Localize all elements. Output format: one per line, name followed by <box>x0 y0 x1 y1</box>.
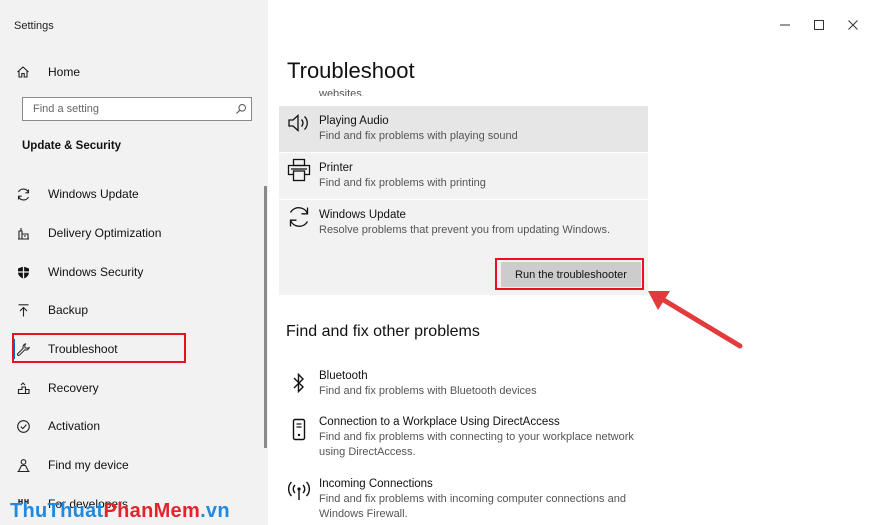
search-input[interactable] <box>31 102 231 116</box>
search-box[interactable] <box>22 97 252 121</box>
speaker-icon <box>279 106 319 152</box>
watermark-part2: PhanMem <box>103 500 201 522</box>
item-description: Find and fix problems with Bluetooth dev… <box>319 385 537 397</box>
sidebar-item-windows-update[interactable]: Windows Update <box>0 180 268 208</box>
watermark-part1: ThuThuat <box>10 500 104 522</box>
item-description: Find and fix problems with connecting to… <box>319 431 634 458</box>
troubleshooter-playing-audio[interactable]: Playing Audio Find and fix problems with… <box>279 106 648 152</box>
person-icon <box>16 458 42 473</box>
delivery-icon <box>16 226 42 241</box>
item-title: Incoming Connections <box>319 478 433 490</box>
sidebar-item-find-my-device[interactable]: Find my device <box>0 451 268 479</box>
item-title: Bluetooth <box>319 370 368 382</box>
activation-icon <box>16 419 42 434</box>
sidebar-item-backup[interactable]: Backup <box>0 296 268 324</box>
minimize-button[interactable] <box>768 10 802 40</box>
sidebar-scrollbar[interactable] <box>264 186 267 448</box>
close-button[interactable] <box>836 10 870 40</box>
watermark: ThuThuatPhanMem.vn <box>10 500 230 523</box>
troubleshoot-highlight-box <box>12 333 186 363</box>
troubleshooter-printer[interactable]: Printer Find and fix problems with print… <box>279 153 648 199</box>
bluetooth-icon <box>279 368 319 399</box>
sidebar-item-label: Windows Update <box>48 187 139 201</box>
sidebar-home[interactable]: Home <box>0 58 268 86</box>
troubleshooter-bluetooth[interactable]: Bluetooth Find and fix problems with Blu… <box>279 368 659 399</box>
page-title: Troubleshoot <box>287 58 415 83</box>
section-title: Update & Security <box>22 140 122 152</box>
window-title: Settings <box>14 20 54 32</box>
device-icon <box>279 414 319 460</box>
sidebar-home-label: Home <box>48 65 81 79</box>
troubleshooter-directaccess[interactable]: Connection to a Workplace Using DirectAc… <box>279 414 659 460</box>
search-icon[interactable] <box>235 103 247 115</box>
card-description: Find and fix problems with playing sound <box>319 130 518 142</box>
recovery-icon <box>16 381 42 396</box>
card-title: Windows Update <box>319 209 406 221</box>
item-description: Find and fix problems with incoming comp… <box>319 493 626 520</box>
sidebar-item-label: Activation <box>48 419 101 433</box>
card-title: Printer <box>319 162 353 174</box>
card-description: Find and fix problems with printing <box>319 177 486 189</box>
backup-icon <box>16 303 42 318</box>
home-icon <box>16 65 42 79</box>
sidebar-item-activation[interactable]: Activation <box>0 412 268 440</box>
shield-icon <box>16 265 42 280</box>
sidebar-item-windows-security[interactable]: Windows Security <box>0 258 268 286</box>
printer-icon <box>279 153 319 199</box>
sidebar-item-label: Backup <box>48 303 89 317</box>
sync-icon <box>16 187 42 202</box>
antenna-icon <box>279 476 319 522</box>
section-heading-other-problems: Find and fix other problems <box>286 323 480 340</box>
sidebar-item-label: Recovery <box>48 381 99 395</box>
card-title: Playing Audio <box>319 115 389 127</box>
sidebar-item-label: Find my device <box>48 458 129 472</box>
annotation-arrow <box>648 291 743 349</box>
sidebar-item-delivery-optimization[interactable]: Delivery Optimization <box>0 219 268 247</box>
sidebar-item-label: Windows Security <box>48 265 144 279</box>
window-controls <box>768 10 870 40</box>
watermark-part3: .vn <box>200 500 230 522</box>
sync-icon <box>279 200 319 236</box>
sidebar-item-recovery[interactable]: Recovery <box>0 374 268 402</box>
previous-item-description: websites. <box>319 88 365 96</box>
sidebar-item-label: Delivery Optimization <box>48 226 162 240</box>
troubleshooter-incoming-connections[interactable]: Incoming Connections Find and fix proble… <box>279 476 659 522</box>
sidebar: Settings Home Update & Security Windows … <box>0 0 268 525</box>
run-button-highlight-box <box>495 258 644 290</box>
maximize-button[interactable] <box>802 10 836 40</box>
card-description: Resolve problems that prevent you from u… <box>319 224 611 236</box>
item-title: Connection to a Workplace Using DirectAc… <box>319 416 560 428</box>
